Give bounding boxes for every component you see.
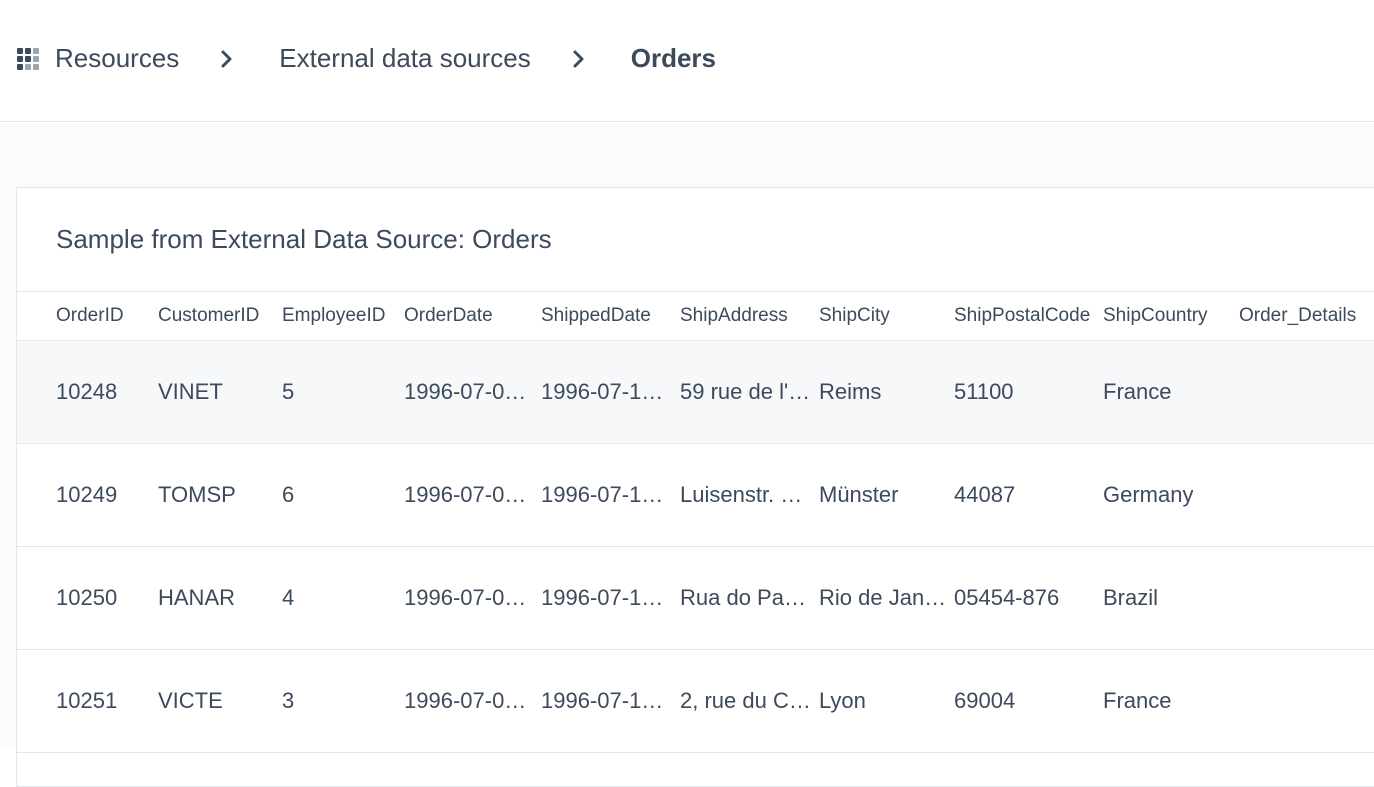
- table-cell: 1996-07-0…: [404, 379, 527, 404]
- table-cell: Brazil: [1103, 585, 1159, 610]
- table-cell: Rua do Pa…: [680, 585, 806, 610]
- column-header[interactable]: CustomerID: [158, 292, 276, 340]
- column-header[interactable]: EmployeeID: [282, 292, 398, 340]
- table-cell: 10250: [56, 585, 118, 610]
- breadcrumb-current: Orders: [630, 43, 717, 73]
- breadcrumb-resources[interactable]: Resources: [55, 43, 179, 74]
- table-cell: 69004: [954, 688, 1016, 713]
- table-cell: 1996-07-1…: [541, 482, 664, 507]
- column-header[interactable]: OrderID: [56, 292, 154, 340]
- table-cell: [1239, 547, 1374, 649]
- table-cell: France: [1103, 379, 1172, 404]
- table-cell: [1239, 444, 1374, 546]
- table-cell: [1239, 650, 1374, 752]
- table-cell: France: [1103, 688, 1172, 713]
- sample-table: OrderID CustomerID EmployeeID OrderDate …: [17, 291, 1374, 753]
- table-cell: 59 rue de l'…: [680, 379, 811, 404]
- column-header[interactable]: Order_Details: [1239, 292, 1374, 340]
- table-cell: 1996-07-1…: [541, 585, 664, 610]
- table-cell: Münster: [819, 482, 899, 507]
- card-title: Sample from External Data Source: Orders: [56, 224, 552, 254]
- column-header[interactable]: ShippedDate: [541, 292, 671, 340]
- table-cell: Rio de Jan…: [819, 585, 947, 610]
- table-cell: TOMSP: [158, 482, 236, 507]
- table-cell: 5: [282, 379, 295, 404]
- sample-card: Sample from External Data Source: Orders…: [16, 187, 1374, 787]
- table-cell: Lyon: [819, 688, 866, 713]
- table-cell: 10251: [56, 688, 118, 713]
- grid-icon[interactable]: [17, 47, 39, 70]
- table-cell: 1996-07-0…: [404, 688, 527, 713]
- chevron-right-icon: [561, 46, 597, 72]
- table-row[interactable]: 10251 VICTE 3 1996-07-0… 1996-07-1… 2, r…: [17, 650, 1374, 753]
- table-cell: 6: [282, 482, 295, 507]
- table-row[interactable]: 10250 HANAR 4 1996-07-0… 1996-07-1… Rua …: [17, 547, 1374, 650]
- column-header[interactable]: ShipPostalCode: [954, 292, 1099, 340]
- chevron-right-icon: [209, 46, 245, 72]
- column-header[interactable]: ShipCountry: [1103, 292, 1231, 340]
- table-cell: [1239, 341, 1374, 443]
- column-header[interactable]: OrderDate: [404, 292, 534, 340]
- header-bar: Resources External data sources Orders: [0, 0, 1374, 122]
- main-content: Sample from External Data Source: Orders…: [0, 123, 1374, 787]
- table-cell: HANAR: [158, 585, 236, 610]
- table-cell: VINET: [158, 379, 223, 404]
- table-cell: VICTE: [158, 688, 223, 713]
- table-cell: 51100: [954, 379, 1014, 404]
- table-cell: Germany: [1103, 482, 1194, 507]
- table-cell: 05454-876: [954, 585, 1060, 610]
- table-cell: Luisenstr. …: [680, 482, 803, 507]
- breadcrumb: Resources External data sources Orders: [17, 43, 716, 74]
- table-cell: 1996-07-0…: [404, 585, 527, 610]
- table-cell: 1996-07-1…: [541, 379, 664, 404]
- table-cell: 1996-07-1…: [541, 688, 664, 713]
- table-cell: 10248: [56, 379, 118, 404]
- table-row[interactable]: 10249 TOMSP 6 1996-07-0… 1996-07-1… Luis…: [17, 444, 1374, 547]
- table-cell: 3: [282, 688, 295, 713]
- table-cell: 2, rue du C…: [680, 688, 811, 713]
- breadcrumb-external-data-sources[interactable]: External data sources: [279, 43, 530, 74]
- table-cell: 44087: [954, 482, 1016, 507]
- table-cell: 4: [282, 585, 295, 610]
- column-header[interactable]: ShipAddress: [680, 292, 811, 340]
- table-header: OrderID CustomerID EmployeeID OrderDate …: [17, 291, 1374, 341]
- table-cell: 10249: [56, 482, 118, 507]
- table-row[interactable]: 10248 VINET 5 1996-07-0… 1996-07-1… 59 r…: [17, 341, 1374, 444]
- table-cell: 1996-07-0…: [404, 482, 527, 507]
- table-cell: Reims: [819, 379, 882, 404]
- column-header[interactable]: ShipCity: [819, 292, 949, 340]
